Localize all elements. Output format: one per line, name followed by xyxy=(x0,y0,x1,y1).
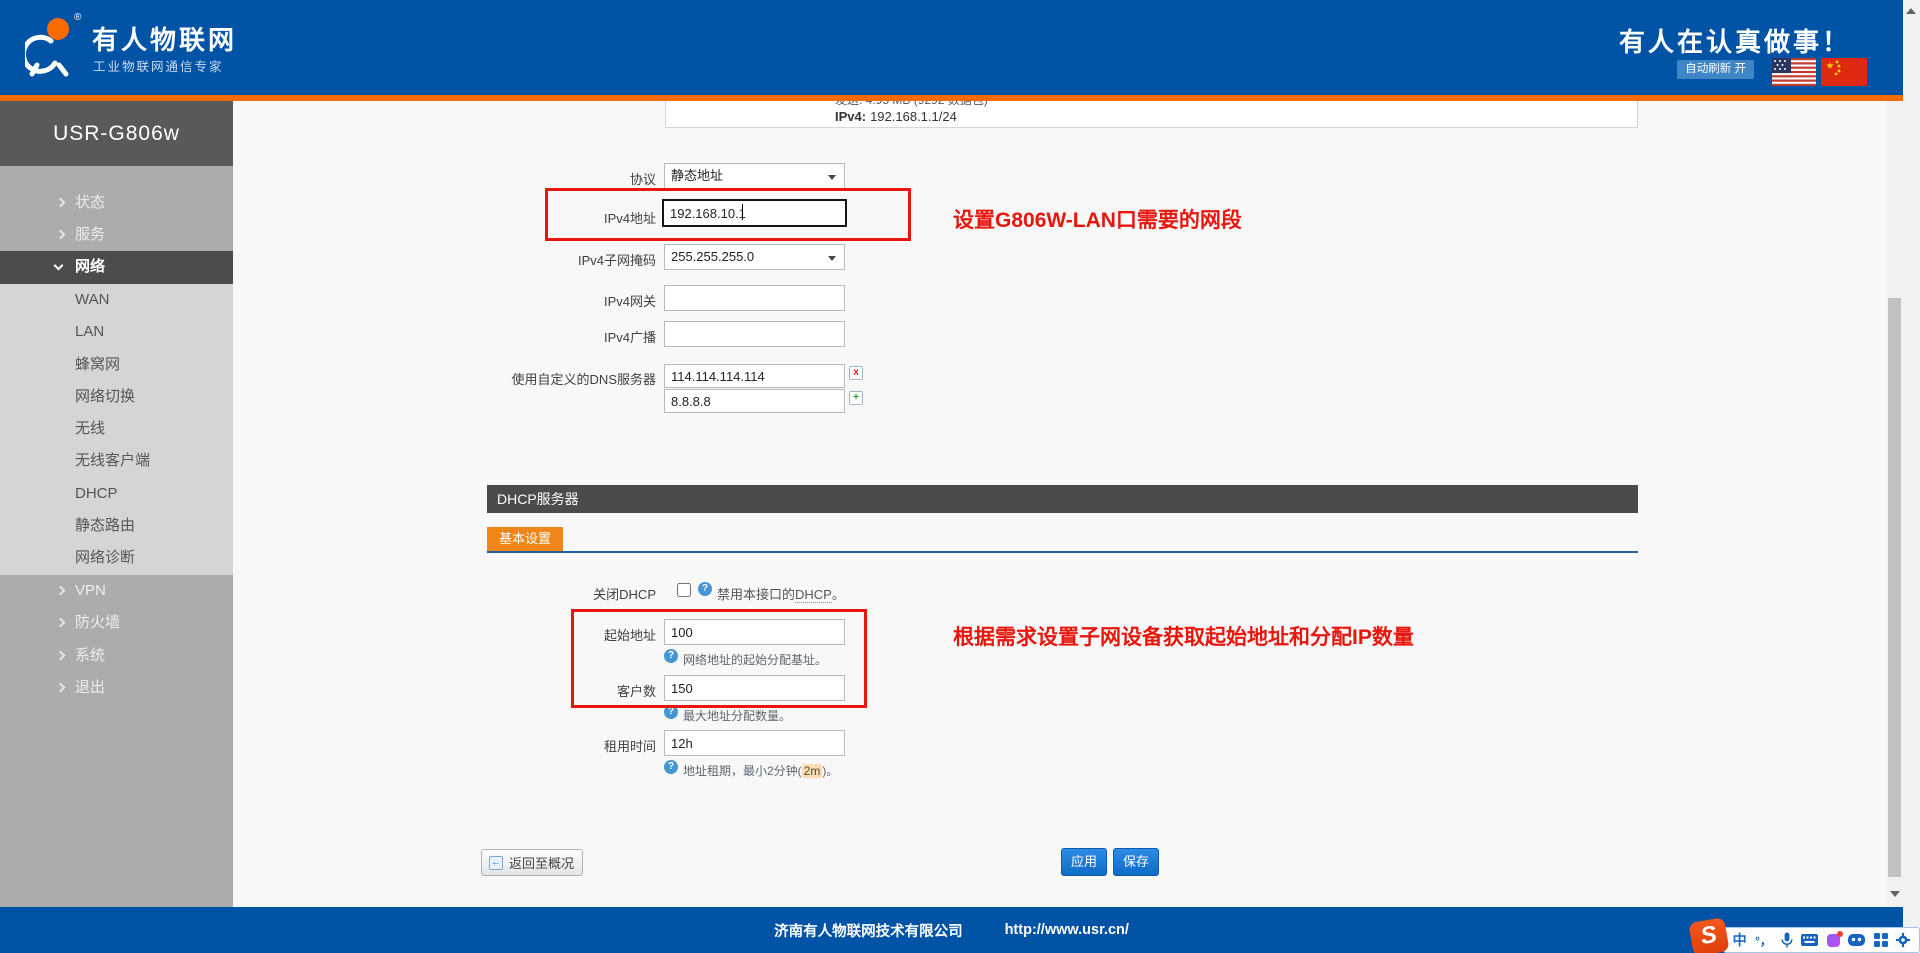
chinese-mode-icon[interactable]: 中 xyxy=(1733,930,1747,950)
gateway-label: IPv4网关 xyxy=(233,291,656,310)
netmask-label: IPv4子网掩码 xyxy=(233,250,656,269)
annotation-dhcp-note: 根据需求设置子网设备获取起始地址和分配IP数量 xyxy=(953,621,1414,651)
help-icon[interactable] xyxy=(664,649,678,663)
dns-secondary-input[interactable] xyxy=(664,389,845,413)
help-icon[interactable] xyxy=(698,582,712,596)
disable-dhcp-help: 禁用本接口的DHCP。 xyxy=(717,584,845,603)
window-scrollbar[interactable] xyxy=(1903,0,1920,953)
lease-time-help: 地址租期，最小2分钟(2m)。 xyxy=(683,762,838,779)
lease-time-label: 租用时间 xyxy=(233,736,656,755)
sidebar-item-cellular[interactable]: 蜂窝网 xyxy=(0,349,233,381)
page: ® 有人物联网 工业物联网通信专家 有人在认真做事！ 自动刷新 开 USR-G8… xyxy=(0,0,1920,953)
header-slogan: 有人在认真做事！ xyxy=(1619,22,1851,59)
client-count-help: 最大地址分配数量。 xyxy=(683,707,791,724)
netmask-select[interactable]: 255.255.255.0 xyxy=(664,244,845,270)
brand-name: 有人物联网 xyxy=(92,20,237,57)
dhcp-abbr-link[interactable]: DHCP xyxy=(795,587,832,603)
chevron-right-icon xyxy=(56,651,66,661)
scroll-down-arrow-icon[interactable] xyxy=(1890,891,1900,897)
back-arrow-icon xyxy=(489,856,503,870)
punctuation-icon[interactable]: °， xyxy=(1755,932,1772,949)
ipv4-address-input[interactable] xyxy=(662,199,847,227)
footer: 济南有人物联网技术有限公司 http://www.usr.cn/ xyxy=(0,907,1903,953)
brand-slogan: 工业物联网通信专家 xyxy=(93,56,224,75)
lease-time-input[interactable] xyxy=(664,730,845,756)
scrollbar-thumb[interactable] xyxy=(1888,298,1901,877)
ipv4-address-label: IPv4地址 xyxy=(233,208,656,227)
tab-basic-settings[interactable]: 基本设置 xyxy=(487,527,563,551)
sidebar-item-logout[interactable]: 退出 xyxy=(0,672,233,704)
chevron-right-icon xyxy=(56,586,66,596)
broadcast-label: IPv4广播 xyxy=(233,327,656,346)
remove-dns-icon[interactable] xyxy=(849,366,863,380)
sidebar-item-wireless[interactable]: 无线 xyxy=(0,413,233,445)
apply-button[interactable]: 应用 xyxy=(1061,848,1107,876)
footer-company: 济南有人物联网技术有限公司 xyxy=(774,920,963,941)
gateway-input[interactable] xyxy=(664,285,845,311)
protocol-select[interactable]: 静态地址 xyxy=(664,163,845,189)
sidebar-item-wan[interactable]: WAN xyxy=(0,284,233,316)
chevron-right-icon xyxy=(56,230,66,240)
sidebar-item-net-switch[interactable]: 网络切换 xyxy=(0,381,233,413)
usr-logo-icon xyxy=(25,15,77,79)
dns-primary-input[interactable] xyxy=(664,364,845,388)
chevron-right-icon xyxy=(56,198,66,208)
device-name: USR-G806w xyxy=(0,101,233,166)
add-dns-icon[interactable] xyxy=(849,391,863,405)
sidebar-item-lan[interactable]: LAN xyxy=(0,316,233,348)
start-address-input[interactable] xyxy=(664,619,845,645)
ime-toolbar: 中 °， xyxy=(1723,927,1920,953)
sidebar-item-network[interactable]: 网络 xyxy=(0,251,233,284)
keyboard-icon[interactable] xyxy=(1801,934,1818,946)
status-ipv4-line: IPv4:192.168.1.1/24 xyxy=(835,109,1637,124)
client-count-label: 客户数 xyxy=(233,681,656,700)
auto-refresh-toggle[interactable]: 自动刷新 开 xyxy=(1677,60,1754,79)
sidebar-item-system[interactable]: 系统 xyxy=(0,640,233,672)
save-button[interactable]: 保存 xyxy=(1113,848,1159,876)
protocol-label: 协议 xyxy=(233,169,656,188)
tab-underline xyxy=(487,551,1638,553)
us-flag-icon[interactable] xyxy=(1772,58,1816,86)
status-clipped-line: 发送: 4.95 MB (9292 数据包) xyxy=(835,101,1637,105)
apps-grid-icon[interactable] xyxy=(1874,933,1888,947)
chevron-down-icon xyxy=(54,261,64,271)
chevron-right-icon xyxy=(56,683,66,693)
skin-icon[interactable] xyxy=(1827,934,1840,947)
start-address-label: 起始地址 xyxy=(233,625,656,644)
sidebar-item-static-route[interactable]: 静态路由 xyxy=(0,510,233,542)
start-address-help: 网络地址的起始分配基址。 xyxy=(683,651,827,668)
disable-dhcp-checkbox[interactable] xyxy=(677,583,691,597)
broadcast-input[interactable] xyxy=(664,321,845,347)
settings-gear-icon[interactable] xyxy=(1896,933,1910,947)
content-scrollbar[interactable] xyxy=(1887,101,1903,907)
interface-status-panel: 发送: 4.95 MB (9292 数据包) IPv4:192.168.1.1/… xyxy=(665,101,1638,128)
annotation-lan-note: 设置G806W-LAN口需要的网段 xyxy=(953,204,1242,234)
sidebar-item-dhcp[interactable]: DHCP xyxy=(0,478,233,510)
sidebar-item-services[interactable]: 服务 xyxy=(0,219,233,251)
sidebar-item-vpn[interactable]: VPN xyxy=(0,575,233,607)
scroll-up-arrow-icon[interactable] xyxy=(1906,8,1916,14)
disable-dhcp-label: 关闭DHCP xyxy=(233,584,656,603)
sidebar: USR-G806w 状态 服务 网络 WAN LAN 蜂窝网 网络切换 无线 无… xyxy=(0,101,233,907)
header: ® 有人物联网 工业物联网通信专家 有人在认真做事！ 自动刷新 开 xyxy=(0,0,1903,95)
sidebar-item-status[interactable]: 状态 xyxy=(0,187,233,219)
sidebar-item-firewall[interactable]: 防火墙 xyxy=(0,607,233,639)
help-icon[interactable] xyxy=(664,760,678,774)
lease-min-code: 2m xyxy=(802,764,823,778)
emoji-icon[interactable] xyxy=(1848,934,1865,946)
sidebar-item-diagnostics[interactable]: 网络诊断 xyxy=(0,542,233,574)
back-to-overview-button[interactable]: 返回至概况 xyxy=(481,849,583,876)
chevron-right-icon xyxy=(56,618,66,628)
help-icon[interactable] xyxy=(664,705,678,719)
microphone-icon[interactable] xyxy=(1781,932,1793,948)
footer-url-link[interactable]: http://www.usr.cn/ xyxy=(1005,922,1129,938)
dhcp-section-title: DHCP服务器 xyxy=(487,485,1638,513)
dns-label: 使用自定义的DNS服务器 xyxy=(233,369,656,388)
cn-flag-icon[interactable] xyxy=(1821,58,1867,86)
sogou-logo-icon[interactable]: S xyxy=(1688,917,1729,953)
client-count-input[interactable] xyxy=(664,675,845,701)
sidebar-item-wireless-client[interactable]: 无线客户端 xyxy=(0,445,233,477)
registered-mark: ® xyxy=(74,12,81,23)
